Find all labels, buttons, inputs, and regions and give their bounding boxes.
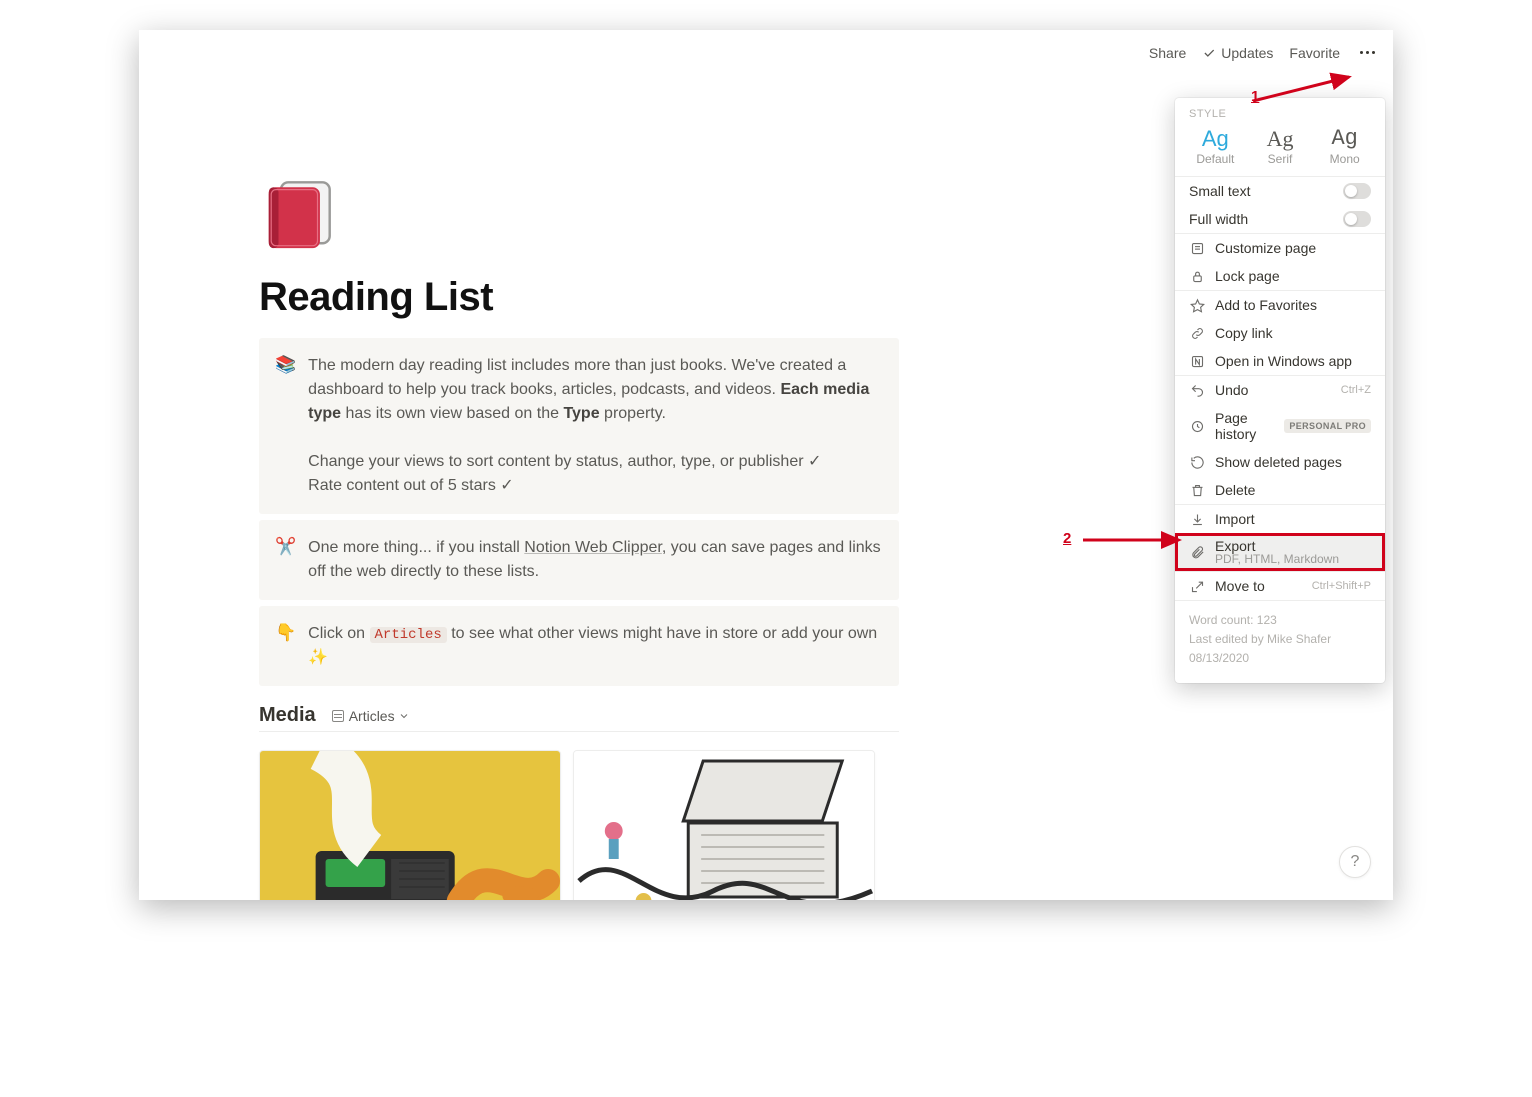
notion-icon xyxy=(1189,353,1205,369)
chevron-down-icon xyxy=(398,710,410,722)
updates-button[interactable]: Updates xyxy=(1202,45,1273,61)
gallery-card[interactable]: A Tax That Could Fix Big Tech xyxy=(259,750,561,900)
view-selector[interactable]: Articles xyxy=(328,706,414,726)
callout-intro[interactable]: 📚 The modern day reading list includes m… xyxy=(259,338,899,514)
download-icon xyxy=(1189,511,1205,527)
menu-move-to[interactable]: Move to Ctrl+Shift+P xyxy=(1175,572,1385,600)
annotation-label-2: 2 xyxy=(1063,530,1071,547)
switch-icon xyxy=(1343,211,1371,227)
more-options-button[interactable] xyxy=(1356,47,1379,58)
check-icon xyxy=(1202,46,1216,60)
callout-text: One more thing... if you install Notion … xyxy=(308,536,881,584)
favorite-label: Favorite xyxy=(1289,45,1340,61)
star-icon xyxy=(1189,297,1205,313)
undo-icon xyxy=(1189,382,1205,398)
menu-add-favorites[interactable]: Add to Favorites xyxy=(1175,291,1385,319)
help-button[interactable]: ? xyxy=(1339,846,1371,878)
help-icon: ? xyxy=(1351,853,1360,871)
callout-clipper[interactable]: ✂️ One more thing... if you install Noti… xyxy=(259,520,899,600)
menu-page-history[interactable]: Page history PERSONAL PRO xyxy=(1175,404,1385,448)
card-thumbnail xyxy=(574,751,874,900)
card-thumbnail xyxy=(260,751,560,900)
share-label: Share xyxy=(1149,45,1186,61)
menu-lock-page[interactable]: Lock page xyxy=(1175,262,1385,290)
gallery-card[interactable]: Who Will Teach Silicon Valley to Be Ethi… xyxy=(573,750,875,900)
menu-open-windows-app[interactable]: Open in Windows app xyxy=(1175,347,1385,375)
page-title[interactable]: Reading List xyxy=(259,275,899,320)
page-header: Share Updates Favorite xyxy=(139,30,1393,75)
style-mono[interactable]: Ag Mono xyxy=(1312,126,1377,166)
clock-icon xyxy=(1189,418,1205,434)
callout-text: Click on Articles to see what other view… xyxy=(308,622,881,670)
style-serif[interactable]: Ag Serif xyxy=(1248,126,1313,166)
app-window: Share Updates Favorite Reading List 📚 Th… xyxy=(139,30,1393,900)
menu-customize-page[interactable]: Customize page xyxy=(1175,234,1385,262)
trash-icon xyxy=(1189,482,1205,498)
menu-delete[interactable]: Delete xyxy=(1175,476,1385,504)
list-icon xyxy=(332,710,344,722)
switch-icon xyxy=(1343,183,1371,199)
page-content: Reading List 📚 The modern day reading li… xyxy=(259,75,899,900)
style-default[interactable]: Ag Default xyxy=(1183,126,1248,166)
toggle-full-width[interactable]: Full width xyxy=(1175,205,1385,233)
link-icon xyxy=(1189,325,1205,341)
view-name: Articles xyxy=(349,708,395,724)
favorite-button[interactable]: Favorite xyxy=(1289,45,1340,61)
callout-tip[interactable]: 👇 Click on Articles to see what other vi… xyxy=(259,606,899,686)
menu-export[interactable]: Export PDF, HTML, Markdown xyxy=(1175,533,1385,571)
share-button[interactable]: Share xyxy=(1149,45,1186,61)
toggle-small-text[interactable]: Small text xyxy=(1175,177,1385,205)
books-icon: 📚 xyxy=(275,354,296,498)
page-icon[interactable] xyxy=(259,175,337,253)
move-icon xyxy=(1189,578,1205,594)
menu-meta: Word count: 123 Last edited by Mike Shaf… xyxy=(1175,601,1385,683)
menu-import[interactable]: Import xyxy=(1175,505,1385,533)
page-options-menu: STYLE Ag Default Ag Serif Ag Mono Small … xyxy=(1175,98,1385,683)
pro-badge: PERSONAL PRO xyxy=(1284,419,1371,433)
menu-copy-link[interactable]: Copy link xyxy=(1175,319,1385,347)
lock-icon xyxy=(1189,268,1205,284)
menu-show-deleted[interactable]: Show deleted pages xyxy=(1175,448,1385,476)
style-caption: STYLE xyxy=(1175,98,1385,122)
customize-icon xyxy=(1189,240,1205,256)
section-header: Media Articles xyxy=(259,704,899,732)
gallery: A Tax That Could Fix Big Tech xyxy=(259,750,899,900)
scissors-icon: ✂️ xyxy=(275,536,296,584)
point-down-icon: 👇 xyxy=(275,622,296,670)
section-title[interactable]: Media xyxy=(259,704,316,727)
menu-undo[interactable]: Undo Ctrl+Z xyxy=(1175,376,1385,404)
restore-icon xyxy=(1189,454,1205,470)
paperclip-icon xyxy=(1189,544,1205,560)
annotation-arrow-2 xyxy=(1079,530,1189,550)
callout-text: The modern day reading list includes mor… xyxy=(308,354,881,498)
updates-label: Updates xyxy=(1221,45,1273,61)
